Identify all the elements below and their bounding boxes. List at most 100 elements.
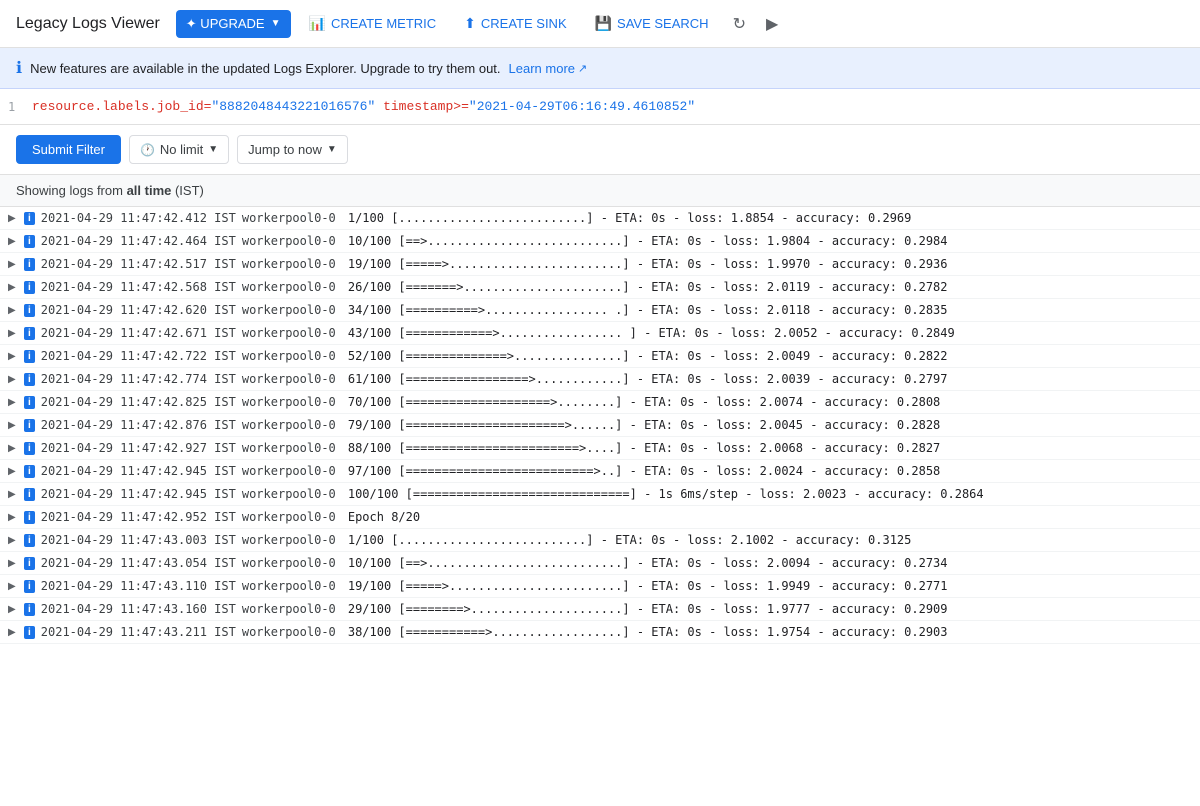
logs-container[interactable]: ▶ i 2021-04-29 11:47:42.412 IST workerpo… [0, 207, 1200, 644]
expand-arrow[interactable]: ▶ [8, 374, 18, 385]
info-badge: i [24, 465, 35, 478]
log-source: workerpool0-0 [242, 602, 342, 616]
log-timestamp: 2021-04-29 11:47:43.054 IST [41, 556, 236, 570]
log-timestamp: 2021-04-29 11:47:42.412 IST [41, 211, 236, 225]
log-message: 29/100 [========>.....................] … [348, 602, 948, 616]
expand-arrow[interactable]: ▶ [8, 282, 18, 293]
expand-arrow[interactable]: ▶ [8, 236, 18, 247]
log-source: workerpool0-0 [242, 303, 342, 317]
log-timestamp: 2021-04-29 11:47:42.568 IST [41, 280, 236, 294]
expand-arrow[interactable]: ▶ [8, 351, 18, 362]
info-badge: i [24, 488, 35, 501]
log-row[interactable]: ▶ i 2021-04-29 11:47:42.945 IST workerpo… [0, 460, 1200, 483]
save-search-button[interactable]: 💾 SAVE SEARCH [585, 9, 719, 38]
jump-to-now-dropdown[interactable]: Jump to now ▼ [237, 135, 348, 164]
info-badge: i [24, 557, 35, 570]
log-source: workerpool0-0 [242, 395, 342, 409]
expand-arrow[interactable]: ▶ [8, 397, 18, 408]
expand-arrow[interactable]: ▶ [8, 512, 18, 523]
log-source: workerpool0-0 [242, 510, 342, 524]
log-row[interactable]: ▶ i 2021-04-29 11:47:42.952 IST workerpo… [0, 506, 1200, 529]
upgrade-label: ✦ UPGRADE [186, 16, 265, 32]
log-source: workerpool0-0 [242, 349, 342, 363]
log-row[interactable]: ▶ i 2021-04-29 11:47:42.927 IST workerpo… [0, 437, 1200, 460]
info-badge: i [24, 373, 35, 386]
log-row[interactable]: ▶ i 2021-04-29 11:47:42.568 IST workerpo… [0, 276, 1200, 299]
log-row[interactable]: ▶ i 2021-04-29 11:47:42.876 IST workerpo… [0, 414, 1200, 437]
log-source: workerpool0-0 [242, 487, 342, 501]
info-badge: i [24, 442, 35, 455]
log-message: 43/100 [============>................. ]… [348, 326, 955, 340]
info-badge: i [24, 235, 35, 248]
query-line[interactable]: 1 resource.labels.job_id="88820484432210… [0, 97, 1200, 116]
log-row[interactable]: ▶ i 2021-04-29 11:47:42.825 IST workerpo… [0, 391, 1200, 414]
log-row[interactable]: ▶ i 2021-04-29 11:47:42.620 IST workerpo… [0, 299, 1200, 322]
expand-arrow[interactable]: ▶ [8, 604, 18, 615]
info-badge: i [24, 281, 35, 294]
log-timestamp: 2021-04-29 11:47:42.952 IST [41, 510, 236, 524]
expand-arrow[interactable]: ▶ [8, 558, 18, 569]
query-area: 1 resource.labels.job_id="88820484432210… [0, 89, 1200, 125]
log-row[interactable]: ▶ i 2021-04-29 11:47:42.945 IST workerpo… [0, 483, 1200, 506]
log-source: workerpool0-0 [242, 234, 342, 248]
banner-text: New features are available in the update… [30, 61, 500, 76]
log-source: workerpool0-0 [242, 556, 342, 570]
log-timestamp: 2021-04-29 11:47:42.517 IST [41, 257, 236, 271]
upgrade-button[interactable]: ✦ UPGRADE ▼ [176, 10, 291, 38]
create-sink-button[interactable]: ⬆ CREATE SINK [454, 9, 576, 38]
expand-arrow[interactable]: ▶ [8, 581, 18, 592]
expand-arrow[interactable]: ▶ [8, 443, 18, 454]
log-row[interactable]: ▶ i 2021-04-29 11:47:42.722 IST workerpo… [0, 345, 1200, 368]
log-message: 79/100 [======================>......] -… [348, 418, 940, 432]
log-source: workerpool0-0 [242, 326, 342, 340]
log-row[interactable]: ▶ i 2021-04-29 11:47:42.517 IST workerpo… [0, 253, 1200, 276]
learn-more-link[interactable]: Learn more ↗ [509, 61, 588, 76]
bar-chart-icon: 📊 [309, 15, 326, 32]
log-row[interactable]: ▶ i 2021-04-29 11:47:42.464 IST workerpo… [0, 230, 1200, 253]
log-row[interactable]: ▶ i 2021-04-29 11:47:42.774 IST workerpo… [0, 368, 1200, 391]
status-range: all time [127, 183, 172, 198]
log-timestamp: 2021-04-29 11:47:43.003 IST [41, 533, 236, 547]
log-row[interactable]: ▶ i 2021-04-29 11:47:42.671 IST workerpo… [0, 322, 1200, 345]
info-badge: i [24, 603, 35, 616]
log-source: workerpool0-0 [242, 579, 342, 593]
refresh-button[interactable]: ↻ [727, 8, 752, 40]
expand-arrow[interactable]: ▶ [8, 420, 18, 431]
info-badge: i [24, 212, 35, 225]
log-timestamp: 2021-04-29 11:47:43.211 IST [41, 625, 236, 639]
info-badge: i [24, 626, 35, 639]
log-row[interactable]: ▶ i 2021-04-29 11:47:42.412 IST workerpo… [0, 207, 1200, 230]
expand-arrow[interactable]: ▶ [8, 489, 18, 500]
app-title: Legacy Logs Viewer [16, 15, 160, 33]
app-header: Legacy Logs Viewer ✦ UPGRADE ▼ 📊 CREATE … [0, 0, 1200, 48]
create-metric-button[interactable]: 📊 CREATE METRIC [299, 9, 447, 38]
log-source: workerpool0-0 [242, 625, 342, 639]
log-row[interactable]: ▶ i 2021-04-29 11:47:43.003 IST workerpo… [0, 529, 1200, 552]
expand-arrow[interactable]: ▶ [8, 328, 18, 339]
info-badge: i [24, 580, 35, 593]
log-row[interactable]: ▶ i 2021-04-29 11:47:43.160 IST workerpo… [0, 598, 1200, 621]
no-limit-dropdown[interactable]: 🕐 No limit ▼ [129, 135, 229, 164]
expand-arrow[interactable]: ▶ [8, 305, 18, 316]
log-timestamp: 2021-04-29 11:47:42.722 IST [41, 349, 236, 363]
expand-arrow[interactable]: ▶ [8, 259, 18, 270]
log-source: workerpool0-0 [242, 280, 342, 294]
log-message: 1/100 [..........................] - ETA… [348, 211, 912, 225]
info-banner: ℹ New features are available in the upda… [0, 48, 1200, 89]
log-message: 100/100 [==============================]… [348, 487, 984, 501]
log-message: 38/100 [===========>..................] … [348, 625, 948, 639]
info-badge: i [24, 350, 35, 363]
info-icon: ℹ [16, 58, 22, 78]
expand-arrow[interactable]: ▶ [8, 466, 18, 477]
expand-arrow[interactable]: ▶ [8, 627, 18, 638]
play-button[interactable]: ▶ [760, 8, 784, 40]
expand-arrow[interactable]: ▶ [8, 213, 18, 224]
query-text[interactable]: resource.labels.job_id="8882048443221016… [32, 99, 695, 114]
expand-arrow[interactable]: ▶ [8, 535, 18, 546]
submit-filter-button[interactable]: Submit Filter [16, 135, 121, 164]
log-row[interactable]: ▶ i 2021-04-29 11:47:43.054 IST workerpo… [0, 552, 1200, 575]
info-badge: i [24, 396, 35, 409]
status-bar: Showing logs from all time (IST) [0, 175, 1200, 207]
log-row[interactable]: ▶ i 2021-04-29 11:47:43.211 IST workerpo… [0, 621, 1200, 644]
log-row[interactable]: ▶ i 2021-04-29 11:47:43.110 IST workerpo… [0, 575, 1200, 598]
